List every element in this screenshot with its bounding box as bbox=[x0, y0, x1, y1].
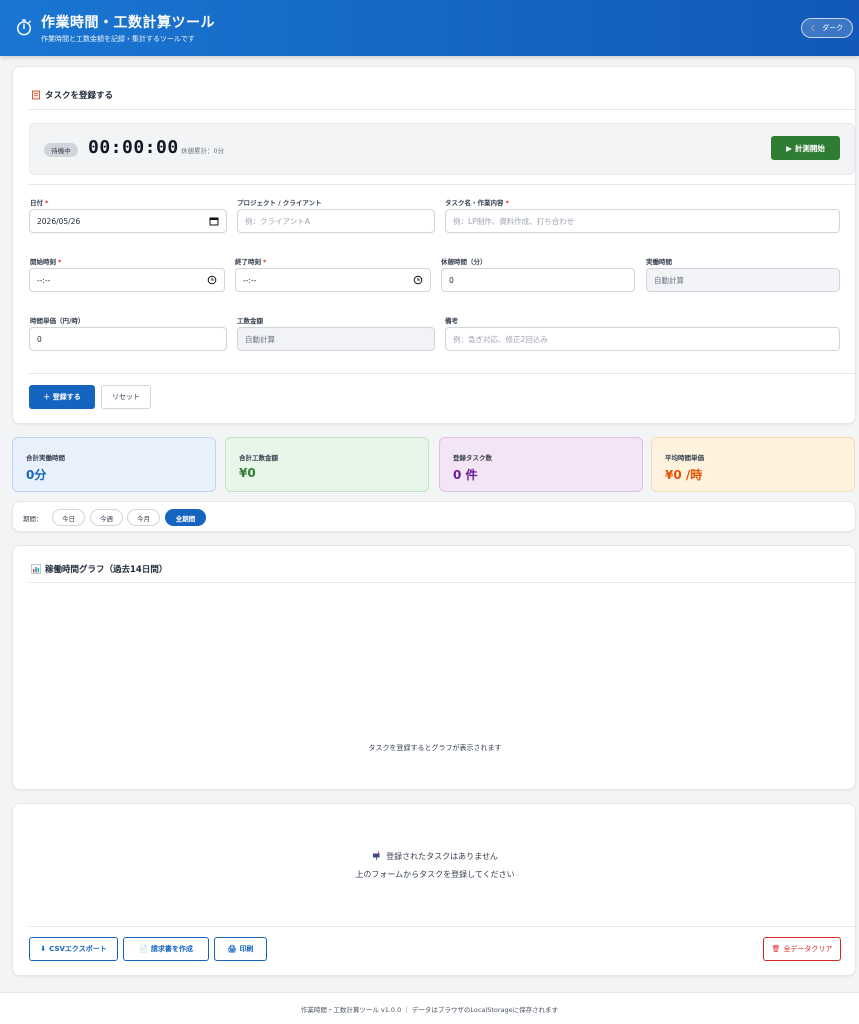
csv-export-button[interactable]: ⬇ CSVエクスポート bbox=[29, 937, 118, 961]
register-section-title: タスクを登録する bbox=[31, 89, 113, 101]
task-list-empty-hint: 上のフォームからタスクを登録してください bbox=[355, 870, 515, 879]
start-timer-button[interactable]: ▶ 計測開始 bbox=[771, 136, 840, 160]
app-header: 作業時間・工数計算ツール 作業時間と工数金額を記録・集計するツールです ☾ ダー… bbox=[0, 0, 859, 56]
actual-time-field: 自動計算 bbox=[646, 268, 840, 292]
chart-empty-message: タスクを登録するとグラフが表示されます bbox=[368, 744, 502, 752]
reset-button[interactable]: リセット bbox=[101, 385, 151, 409]
timer-display: 00:00:00 bbox=[88, 137, 179, 158]
hourly-rate-label: 時間単価（円/時） bbox=[30, 317, 85, 325]
period-option[interactable]: 全期間 bbox=[165, 509, 206, 526]
break-total-text: 休憩累計：0分 bbox=[181, 147, 225, 155]
stat-label: 合計実働時間 bbox=[26, 454, 65, 462]
trash-icon: 🗑 bbox=[771, 945, 781, 953]
stat-card: 平均時間単価 ¥0 /時 bbox=[651, 437, 855, 492]
stat-card: 登録タスク数 0 件 bbox=[439, 437, 643, 492]
task-label: タスク名・作業内容 * bbox=[445, 199, 509, 207]
theme-toggle-label: ダーク bbox=[822, 24, 844, 32]
divider bbox=[29, 582, 855, 583]
cost-field: 自動計算 bbox=[237, 327, 435, 351]
document-icon: 📄 bbox=[139, 945, 148, 953]
break-label: 休憩時間（分） bbox=[441, 258, 487, 266]
stat-label: 登録タスク数 bbox=[453, 454, 492, 462]
clear-all-data-button[interactable]: 🗑 全データクリア bbox=[763, 937, 841, 961]
notes-label: 備考 bbox=[445, 317, 458, 325]
period-label: 期間： bbox=[23, 515, 43, 523]
divider bbox=[29, 373, 855, 374]
period-option[interactable]: 今週 bbox=[90, 509, 123, 526]
printer-icon: 🖨 bbox=[227, 945, 237, 953]
register-button[interactable]: ＋ 登録する bbox=[29, 385, 95, 409]
task-list-card: 登録されたタスクはありません 上のフォームからタスクを登録してください ⬇ CS… bbox=[12, 803, 856, 976]
notes-input[interactable]: 例：急ぎ対応、修正2回込み bbox=[445, 327, 840, 351]
app-title: 作業時間・工数計算ツール bbox=[41, 15, 215, 31]
stat-card: 合計実働時間 0分 bbox=[12, 437, 216, 492]
stat-label: 平均時間単価 bbox=[665, 454, 704, 462]
stat-value: ¥0 bbox=[239, 466, 256, 480]
timer-panel: 待機中 00:00:00 休憩累計：0分 ▶ 計測開始 bbox=[29, 123, 855, 175]
stat-value: ¥0 /時 bbox=[665, 468, 703, 482]
end-time-input[interactable]: --:-- bbox=[235, 268, 431, 292]
end-time-label: 終了時刻 * bbox=[235, 258, 267, 266]
hourly-rate-input[interactable]: 0 bbox=[29, 327, 227, 351]
period-filter-card: 期間： 今日 今週 今月 全期間 bbox=[12, 501, 856, 532]
project-label: プロジェクト / クライアント bbox=[237, 199, 322, 207]
print-button[interactable]: 🖨 印刷 bbox=[214, 937, 267, 961]
clock-icon bbox=[413, 275, 423, 285]
date-label: 日付 * bbox=[30, 199, 49, 207]
period-option[interactable]: 今日 bbox=[52, 509, 85, 526]
task-register-card: タスクを登録する 待機中 00:00:00 休憩累計：0分 ▶ 計測開始 日付 *… bbox=[12, 66, 856, 424]
play-icon: ▶ bbox=[786, 143, 792, 153]
theme-toggle-button[interactable]: ☾ ダーク bbox=[801, 18, 853, 38]
cost-label: 工数金額 bbox=[237, 317, 263, 325]
break-minutes-input[interactable]: 0 bbox=[441, 268, 635, 292]
actual-time-label: 実働時間 bbox=[646, 258, 672, 266]
moon-icon: ☾ bbox=[810, 23, 819, 33]
footer-text: 作業時間・工数計算ツール v1.0.0 ｜ データはブラウザのLocalStor… bbox=[300, 1005, 559, 1014]
app-subtitle: 作業時間と工数金額を記録・集計するツールです bbox=[41, 35, 195, 43]
mailbox-icon bbox=[373, 851, 380, 860]
calendar-icon bbox=[209, 217, 219, 226]
divider bbox=[29, 184, 855, 185]
period-option[interactable]: 今月 bbox=[127, 509, 160, 526]
stat-card: 合計工数金額 ¥0 bbox=[225, 437, 429, 492]
download-icon: ⬇ bbox=[40, 945, 47, 953]
stat-value: 0分 bbox=[26, 468, 47, 482]
divider bbox=[29, 109, 855, 110]
divider bbox=[29, 926, 855, 927]
stopwatch-icon bbox=[16, 19, 32, 36]
create-invoice-button[interactable]: 📄 請求書を作成 bbox=[123, 937, 209, 961]
memo-icon bbox=[32, 90, 40, 100]
project-input[interactable]: 例：クライアントA bbox=[237, 209, 435, 233]
start-time-input[interactable]: --:-- bbox=[29, 268, 225, 292]
app-footer: 作業時間・工数計算ツール v1.0.0 ｜ データはブラウザのLocalStor… bbox=[0, 992, 859, 1024]
task-input[interactable]: 例：LP制作、資料作成、打ち合わせ bbox=[445, 209, 840, 233]
stat-value: 0 件 bbox=[453, 468, 478, 482]
clock-icon bbox=[207, 275, 217, 285]
bar-chart-icon bbox=[31, 564, 41, 574]
stat-label: 合計工数金額 bbox=[239, 454, 278, 462]
chart-section-title: 稼働時間グラフ（過去14日間） bbox=[31, 563, 167, 575]
start-time-label: 開始時刻 * bbox=[30, 258, 62, 266]
date-input[interactable]: 2026/05/26 bbox=[29, 209, 227, 233]
timer-status-badge: 待機中 bbox=[44, 143, 78, 157]
task-list-empty-title: 登録されたタスクはありません bbox=[13, 851, 857, 862]
chart-card: 稼働時間グラフ（過去14日間） タスクを登録するとグラフが表示されます bbox=[12, 545, 856, 790]
